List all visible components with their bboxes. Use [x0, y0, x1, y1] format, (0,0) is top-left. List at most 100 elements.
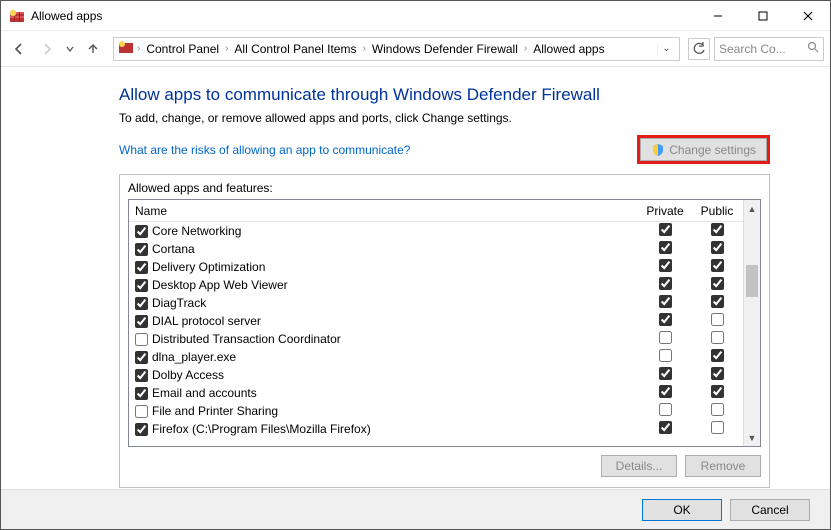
allowed-checkbox[interactable]	[135, 351, 148, 364]
minimize-button[interactable]	[695, 1, 740, 31]
public-checkbox[interactable]	[711, 331, 724, 344]
search-icon	[807, 41, 819, 56]
public-checkbox[interactable]	[711, 313, 724, 326]
title-bar: Allowed apps	[1, 1, 830, 31]
close-button[interactable]	[785, 1, 830, 31]
app-name: File and Printer Sharing	[152, 404, 278, 418]
app-name: Distributed Transaction Coordinator	[152, 332, 341, 346]
table-row[interactable]: Cortana	[129, 240, 743, 258]
crumb-firewall[interactable]: Windows Defender Firewall	[369, 42, 521, 56]
public-checkbox[interactable]	[711, 349, 724, 362]
content-area: Allow apps to communicate through Window…	[1, 67, 830, 489]
crumb-control-panel[interactable]: Control Panel	[143, 42, 222, 56]
allowed-checkbox[interactable]	[135, 243, 148, 256]
refresh-button[interactable]	[688, 38, 710, 60]
public-checkbox[interactable]	[711, 223, 724, 236]
details-button[interactable]: Details...	[601, 455, 677, 477]
table-row[interactable]: Distributed Transaction Coordinator	[129, 330, 743, 348]
allowed-checkbox[interactable]	[135, 261, 148, 274]
page-subheading: To add, change, or remove allowed apps a…	[119, 111, 770, 125]
private-checkbox[interactable]	[659, 403, 672, 416]
breadcrumb-dropdown[interactable]: ⌄	[657, 43, 675, 54]
table-row[interactable]: DIAL protocol server	[129, 312, 743, 330]
recent-dropdown[interactable]	[63, 37, 77, 61]
table-row[interactable]: Desktop App Web Viewer	[129, 276, 743, 294]
table-row[interactable]: Delivery Optimization	[129, 258, 743, 276]
change-settings-button[interactable]: Change settings	[640, 138, 767, 161]
private-checkbox[interactable]	[659, 385, 672, 398]
public-checkbox[interactable]	[711, 421, 724, 434]
app-name: Dolby Access	[152, 368, 224, 382]
up-button[interactable]	[81, 37, 105, 61]
firewall-icon	[9, 8, 25, 24]
allowed-checkbox[interactable]	[135, 369, 148, 382]
ok-button[interactable]: OK	[642, 499, 722, 521]
allowed-checkbox[interactable]	[135, 405, 148, 418]
search-input[interactable]: Search Co...	[714, 37, 824, 61]
breadcrumb[interactable]: › Control Panel › All Control Panel Item…	[113, 37, 680, 61]
public-checkbox[interactable]	[711, 241, 724, 254]
app-name: Desktop App Web Viewer	[152, 278, 288, 292]
firewall-icon	[118, 39, 134, 58]
scroll-thumb[interactable]	[746, 265, 758, 297]
maximize-button[interactable]	[740, 1, 785, 31]
app-name: Cortana	[152, 242, 195, 256]
app-name: DiagTrack	[152, 296, 206, 310]
scroll-up-icon[interactable]: ▲	[744, 200, 760, 217]
cancel-button[interactable]: Cancel	[730, 499, 810, 521]
private-checkbox[interactable]	[659, 223, 672, 236]
scrollbar[interactable]: ▲ ▼	[743, 200, 760, 446]
scroll-down-icon[interactable]: ▼	[744, 429, 760, 446]
private-checkbox[interactable]	[659, 259, 672, 272]
crumb-allowed-apps[interactable]: Allowed apps	[530, 42, 607, 56]
private-checkbox[interactable]	[659, 313, 672, 326]
allowed-checkbox[interactable]	[135, 423, 148, 436]
forward-button[interactable]	[35, 37, 59, 61]
column-name[interactable]: Name	[129, 204, 639, 218]
remove-button[interactable]: Remove	[685, 455, 761, 477]
table-row[interactable]: File and Printer Sharing	[129, 402, 743, 420]
allowed-checkbox[interactable]	[135, 225, 148, 238]
dialog-footer: OK Cancel	[1, 489, 830, 529]
private-checkbox[interactable]	[659, 295, 672, 308]
allowed-apps-panel: Allowed apps and features: Name Private …	[119, 174, 770, 488]
column-public[interactable]: Public	[691, 204, 743, 218]
chevron-right-icon: ›	[224, 43, 229, 54]
private-checkbox[interactable]	[659, 349, 672, 362]
column-private[interactable]: Private	[639, 204, 691, 218]
public-checkbox[interactable]	[711, 259, 724, 272]
allowed-checkbox[interactable]	[135, 297, 148, 310]
highlight-box: Change settings	[637, 135, 770, 164]
allowed-checkbox[interactable]	[135, 387, 148, 400]
window-title: Allowed apps	[31, 9, 102, 23]
allowed-checkbox[interactable]	[135, 315, 148, 328]
app-name: DIAL protocol server	[152, 314, 261, 328]
crumb-all-items[interactable]: All Control Panel Items	[231, 42, 359, 56]
private-checkbox[interactable]	[659, 367, 672, 380]
back-button[interactable]	[7, 37, 31, 61]
table-row[interactable]: Firefox (C:\Program Files\Mozilla Firefo…	[129, 420, 743, 438]
public-checkbox[interactable]	[711, 385, 724, 398]
table-row[interactable]: DiagTrack	[129, 294, 743, 312]
table-row[interactable]: Email and accounts	[129, 384, 743, 402]
shield-icon	[651, 143, 665, 157]
chevron-right-icon: ›	[136, 43, 141, 54]
private-checkbox[interactable]	[659, 421, 672, 434]
public-checkbox[interactable]	[711, 295, 724, 308]
allowed-checkbox[interactable]	[135, 333, 148, 346]
public-checkbox[interactable]	[711, 403, 724, 416]
public-checkbox[interactable]	[711, 277, 724, 290]
app-name: Core Networking	[152, 224, 241, 238]
private-checkbox[interactable]	[659, 277, 672, 290]
table-row[interactable]: dlna_player.exe	[129, 348, 743, 366]
page-heading: Allow apps to communicate through Window…	[119, 85, 770, 105]
public-checkbox[interactable]	[711, 367, 724, 380]
scroll-track[interactable]	[744, 217, 760, 429]
table-row[interactable]: Core Networking	[129, 222, 743, 240]
private-checkbox[interactable]	[659, 241, 672, 254]
table-row[interactable]: Dolby Access	[129, 366, 743, 384]
allowed-checkbox[interactable]	[135, 279, 148, 292]
private-checkbox[interactable]	[659, 331, 672, 344]
risks-link[interactable]: What are the risks of allowing an app to…	[119, 143, 410, 157]
chevron-right-icon: ›	[361, 43, 366, 54]
